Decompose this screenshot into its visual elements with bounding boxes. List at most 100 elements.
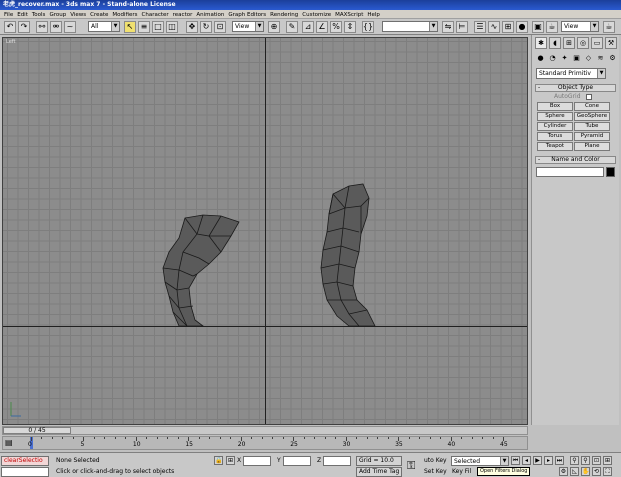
undo-icon[interactable]: ↶ xyxy=(4,21,16,33)
absolute-mode-icon[interactable]: ⊞ xyxy=(226,456,235,465)
timeline-tick-label: 20 xyxy=(237,441,246,448)
go-to-end-icon[interactable]: ⏭ xyxy=(555,456,564,465)
select-object-icon[interactable]: ↖ xyxy=(124,21,136,33)
time-config-icon[interactable]: ⚙ xyxy=(559,467,568,476)
timeline-tick xyxy=(314,437,316,439)
object-name-field[interactable] xyxy=(536,167,604,177)
leg-mesh-right[interactable] xyxy=(320,183,376,327)
unlink-icon[interactable]: ⚮ xyxy=(50,21,62,33)
timeline-tick xyxy=(230,437,232,439)
object-type-rollout-header[interactable]: - Object Type xyxy=(535,84,616,92)
zoom-extents-all-icon[interactable]: ⊞ xyxy=(603,456,612,465)
key-filters-button[interactable]: Key Fil xyxy=(452,467,471,476)
mini-curve-editor-icon[interactable]: ▤ xyxy=(5,438,15,448)
hierarchy-tab-icon[interactable]: ⊞ xyxy=(563,37,575,49)
next-frame-icon[interactable]: ▸ xyxy=(544,456,553,465)
selection-filter-dropdown[interactable]: All ▼ xyxy=(88,21,120,32)
name-and-color-rollout-header[interactable]: - Name and Color xyxy=(535,156,616,164)
bind-space-warp-icon[interactable]: ~ xyxy=(64,21,76,33)
redo-icon[interactable]: ↷ xyxy=(18,21,30,33)
leg-mesh-left[interactable] xyxy=(162,214,240,327)
maxscript-listener-field[interactable]: clearSelectio xyxy=(1,456,49,466)
tube-button[interactable]: Tube xyxy=(574,122,610,131)
cylinder-button[interactable]: Cylinder xyxy=(537,122,573,131)
display-tab-icon[interactable]: ▭ xyxy=(591,37,603,49)
x-coordinate-field[interactable] xyxy=(243,456,271,466)
select-by-name-icon[interactable]: ≡ xyxy=(138,21,150,33)
maxscript-output-field[interactable] xyxy=(1,467,49,477)
pan-icon[interactable]: ✋ xyxy=(581,467,590,476)
set-key-icon[interactable]: ⚿ xyxy=(407,459,421,473)
reference-coordinate-dropdown[interactable]: View ▼ xyxy=(232,21,264,32)
pyramid-button[interactable]: Pyramid xyxy=(574,132,610,141)
angle-snap-icon[interactable]: ∠ xyxy=(316,21,328,33)
autogrid-checkbox[interactable] xyxy=(586,94,592,100)
mirror-icon[interactable]: ⇋ xyxy=(442,21,454,33)
lock-selection-icon[interactable]: 🔒 xyxy=(214,456,223,465)
time-slider[interactable]: 0 / 45 xyxy=(2,426,528,435)
y-coordinate-field[interactable] xyxy=(283,456,311,466)
go-to-start-icon[interactable]: ⏮ xyxy=(511,456,520,465)
plane-button[interactable]: Plane xyxy=(574,142,610,151)
cone-button[interactable]: Cone xyxy=(574,102,610,111)
named-selection-sets-dropdown[interactable]: ▼ xyxy=(382,21,438,32)
zoom-icon[interactable]: ⚲ xyxy=(570,456,579,465)
zoom-extents-icon[interactable]: ⊡ xyxy=(592,456,601,465)
window-crossing-icon[interactable]: ◫ xyxy=(166,21,178,33)
layer-manager-icon[interactable]: ☰ xyxy=(474,21,486,33)
select-and-rotate-icon[interactable]: ↻ xyxy=(200,21,212,33)
lights-icon[interactable]: ✦ xyxy=(559,53,570,64)
quick-render-teapot-icon[interactable]: ☕ xyxy=(603,21,615,33)
rectangular-selection-icon[interactable]: □ xyxy=(152,21,164,33)
shapes-icon[interactable]: ◔ xyxy=(547,53,558,64)
geosphere-button[interactable]: GeoSphere xyxy=(574,112,610,121)
add-time-tag-button[interactable]: Add Time Tag xyxy=(356,467,402,477)
pivot-center-icon[interactable]: ⊕ xyxy=(268,21,280,33)
key-mode-dropdown[interactable]: Selected ▼ xyxy=(451,456,509,466)
maximize-viewport-icon[interactable]: ⛶ xyxy=(603,467,612,476)
sphere-button[interactable]: Sphere xyxy=(537,112,573,121)
select-and-scale-icon[interactable]: ⊡ xyxy=(214,21,226,33)
material-editor-icon[interactable]: ● xyxy=(516,21,528,33)
track-bar[interactable]: ▤ 0 5 10 15 20 25 30 35 40 45 xyxy=(2,436,528,450)
object-color-swatch[interactable] xyxy=(606,167,615,177)
teapot-button[interactable]: Teapot xyxy=(537,142,573,151)
modify-tab-icon[interactable]: ◖ xyxy=(549,37,561,49)
select-and-move-icon[interactable]: ✥ xyxy=(186,21,198,33)
snaps-toggle-icon[interactable]: ⊿ xyxy=(302,21,314,33)
utilities-tab-icon[interactable]: ⚒ xyxy=(605,37,617,49)
systems-icon[interactable]: ⚙ xyxy=(607,53,618,64)
field-of-view-icon[interactable]: ◺ xyxy=(570,467,579,476)
motion-tab-icon[interactable]: ◎ xyxy=(577,37,589,49)
spinner-snap-icon[interactable]: ⇕ xyxy=(344,21,356,33)
select-and-manipulate-icon[interactable]: ✎ xyxy=(286,21,298,33)
schematic-view-icon[interactable]: ⊞ xyxy=(502,21,514,33)
helpers-icon[interactable]: ◇ xyxy=(583,53,594,64)
primitive-type-dropdown[interactable]: Standard Primitiv ▼ xyxy=(536,68,606,79)
arc-rotate-icon[interactable]: ⟲ xyxy=(592,467,601,476)
object-type-title: Object Type xyxy=(557,84,594,91)
render-type-dropdown[interactable]: View ▼ xyxy=(561,21,599,32)
zoom-all-icon[interactable]: ⚲ xyxy=(581,456,590,465)
edit-named-selection-icon[interactable]: {} xyxy=(362,21,374,33)
box-button[interactable]: Box xyxy=(537,102,573,111)
z-coordinate-field[interactable] xyxy=(323,456,351,466)
curve-editor-icon[interactable]: ∿ xyxy=(488,21,500,33)
auto-key-button[interactable]: uto Key xyxy=(424,456,447,465)
space-warps-icon[interactable]: ≋ xyxy=(595,53,606,64)
previous-frame-icon[interactable]: ◂ xyxy=(522,456,531,465)
geometry-icon[interactable]: ● xyxy=(535,53,546,64)
percent-snap-icon[interactable]: % xyxy=(330,21,342,33)
set-key-button[interactable]: Set Key xyxy=(424,467,447,476)
cameras-icon[interactable]: ▣ xyxy=(571,53,582,64)
align-icon[interactable]: ⊨ xyxy=(456,21,468,33)
render-scene-icon[interactable]: ▣ xyxy=(532,21,544,33)
time-slider-thumb[interactable]: 0 / 45 xyxy=(3,427,71,434)
torus-button[interactable]: Torus xyxy=(537,132,573,141)
quick-render-icon[interactable]: ☕ xyxy=(546,21,558,33)
play-icon[interactable]: ▶ xyxy=(533,456,542,465)
viewport-left[interactable]: Left xyxy=(2,37,528,425)
create-tab-icon[interactable]: ✱ xyxy=(535,37,547,49)
timeline-tick xyxy=(41,437,43,439)
select-and-link-icon[interactable]: ⚯ xyxy=(36,21,48,33)
